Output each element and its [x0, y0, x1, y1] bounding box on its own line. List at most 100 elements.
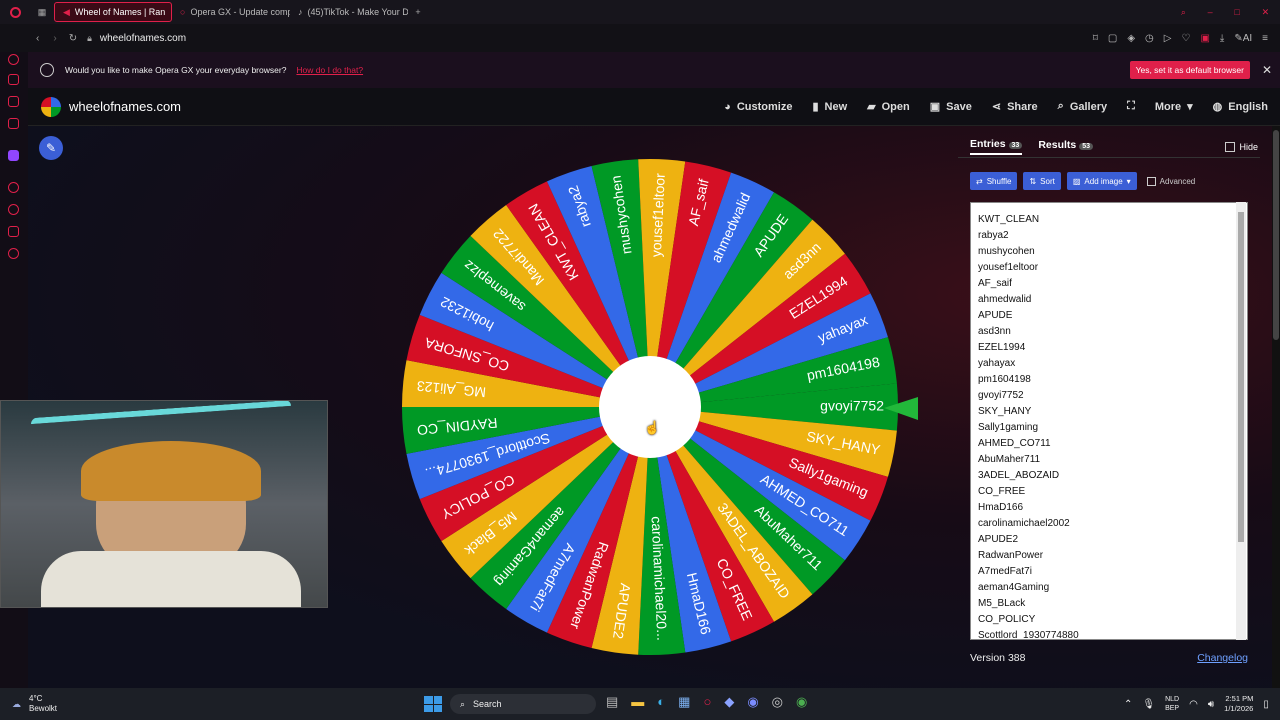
tab-results[interactable]: Results 53 — [1038, 139, 1093, 154]
tab-tiktok[interactable]: ♪ (45)TikTok - Make Your D — [290, 2, 408, 22]
advanced-toggle[interactable]: Advanced — [1146, 176, 1195, 186]
clock[interactable]: 2:51 PM 1/1/2026 — [1224, 694, 1253, 714]
ai-button[interactable]: ✎AI — [1234, 33, 1252, 44]
fullscreen-button[interactable]: ⛶ — [1127, 100, 1135, 113]
extensions-icon[interactable] — [8, 226, 19, 237]
weather-widget[interactable]: 4°C Bewolkt — [29, 694, 57, 714]
entries-scrollbar[interactable] — [1236, 202, 1246, 640]
entry-line: APUDE2 — [978, 534, 1019, 545]
notification-bell-icon[interactable]: ▯ — [1263, 699, 1269, 710]
microphone-icon[interactable]: 🎙︎ — [1142, 699, 1155, 710]
store-icon[interactable] — [8, 74, 19, 85]
customize-button[interactable]: ◕ Customize — [724, 100, 792, 113]
opera-logo-icon[interactable] — [0, 6, 30, 18]
start-button[interactable] — [424, 696, 442, 712]
menu-icon[interactable]: ≡ — [1262, 33, 1268, 44]
edit-pencil-button[interactable]: ✎ — [39, 136, 63, 160]
twitch-icon[interactable] — [8, 150, 19, 161]
play-icon[interactable]: ▷ — [1164, 33, 1172, 44]
task-view-icon[interactable]: ▤ — [606, 694, 618, 710]
tab-wheel-of-names[interactable]: ◀ Wheel of Names | Ran — [54, 2, 172, 22]
info-icon — [40, 63, 54, 77]
wheel[interactable]: gvoyi7752SKY_HANYSally1gamingAHMED_CO711… — [400, 157, 920, 655]
history-icon[interactable] — [8, 204, 19, 215]
site-logo[interactable]: wheelofnames.com — [69, 99, 181, 114]
settings-icon[interactable] — [8, 248, 19, 259]
set-default-button[interactable]: Yes, set it as default browser — [1129, 61, 1250, 79]
snapshot-icon[interactable]: ▢ — [1108, 33, 1117, 44]
chevron-up-icon[interactable]: ⌃ — [1124, 699, 1132, 710]
webcam-overlay — [0, 400, 328, 608]
wheel-center[interactable] — [599, 356, 701, 458]
entries-textarea[interactable]: KWT_CLEAN rabya2 mushycohen yousef1eltoor AF… — [970, 202, 1248, 640]
entry-line: yahayax — [978, 358, 1016, 369]
opera-gx-icon[interactable]: ○ — [703, 694, 711, 710]
taskbar: ☁ 4°C Bewolkt ⌕ Search ▤ ▬ ◐ ▦ ○ ◆ ◉ ◎ ◉ ⌃… — [0, 688, 1280, 720]
more-button[interactable]: More ▾ — [1155, 100, 1193, 114]
page-scrollbar[interactable] — [1272, 126, 1280, 688]
tab-entries[interactable]: Entries 33 — [970, 138, 1023, 155]
taskbar-search[interactable]: ⌕ Search — [450, 694, 596, 714]
add-image-button[interactable]: ▨ Add image ▾ — [1066, 172, 1137, 190]
steam-icon[interactable]: ◎ — [772, 694, 783, 710]
wheel-logo-icon[interactable] — [41, 96, 61, 117]
wifi-icon[interactable]: ◠ — [1189, 699, 1198, 710]
hide-checkbox[interactable] — [1225, 141, 1236, 152]
minimize-icon[interactable]: – — [1208, 7, 1213, 18]
player-icon[interactable] — [8, 96, 19, 107]
app-icon[interactable]: ◆ — [724, 694, 734, 710]
browser-toolbar: ⌑ ▢ ◈ ◷ ▷ ♡ ▣ ⤓ ✎AI ≡ — [1093, 33, 1268, 44]
chrome-icon[interactable]: ◉ — [796, 694, 807, 710]
changelog-link[interactable]: Changelog — [1197, 652, 1248, 664]
close-notification-icon[interactable]: ✕ — [1262, 63, 1272, 77]
back-icon[interactable]: ‹ — [36, 33, 39, 44]
shuffle-button[interactable]: ⇄ Shuffle — [970, 172, 1018, 190]
new-tab-button[interactable]: + — [408, 7, 428, 17]
advanced-checkbox[interactable] — [1146, 176, 1156, 186]
shield-icon[interactable]: ◈ — [1127, 33, 1135, 44]
discord-icon[interactable] — [8, 182, 19, 193]
globe-icon: ◍ — [1212, 101, 1223, 113]
tab-grid-icon[interactable]: ▦ — [30, 7, 54, 18]
new-button[interactable]: ▮ New — [812, 100, 847, 114]
timer-icon[interactable]: ◷ — [1145, 33, 1154, 44]
entries-panel: Entries 33 Results 53 Hide ⇄ Shuffle ⇅ Sor… — [958, 136, 1260, 676]
entry-line: rabya2 — [978, 230, 1009, 241]
discord-icon[interactable]: ◉ — [747, 694, 758, 710]
open-button[interactable]: ▰ Open — [867, 100, 910, 114]
reload-icon[interactable]: ↻ — [69, 33, 77, 44]
lock-icon: 🔒︎ — [87, 32, 92, 43]
close-icon[interactable]: ✕ — [1262, 7, 1270, 18]
gallery-button[interactable]: ⌕ Gallery — [1058, 100, 1107, 113]
download-icon[interactable]: ⤓ — [1220, 33, 1224, 44]
entry-line: RadwanPower — [978, 550, 1044, 561]
edge-icon[interactable]: ◐ — [657, 694, 665, 710]
hide-toggle[interactable]: Hide — [1225, 141, 1258, 152]
maximize-icon[interactable]: □ — [1234, 7, 1239, 18]
entry-line: AbuMaher711 — [978, 454, 1041, 465]
default-browser-notification: Would you like to make Opera GX your eve… — [28, 52, 1280, 88]
url-field[interactable]: wheelofnames.com — [100, 33, 186, 44]
entry-line: EZEL1994 — [978, 342, 1026, 353]
tab-opera-gx[interactable]: ○ Opera GX - Update comp — [172, 2, 290, 22]
store-icon[interactable]: ▦ — [678, 694, 690, 710]
sort-button[interactable]: ⇅ Sort — [1023, 172, 1061, 190]
messenger-icon[interactable] — [8, 118, 19, 129]
heart-icon[interactable]: ♡ — [1181, 33, 1190, 44]
volume-icon[interactable]: 🔊︎ — [1208, 699, 1214, 710]
how-to-link[interactable]: How do I do that? — [296, 65, 363, 75]
chevron-down-icon: ▾ — [1126, 176, 1131, 186]
language-button[interactable]: ◍ English — [1212, 100, 1268, 114]
file-explorer-icon[interactable]: ▬ — [631, 694, 644, 710]
share-button[interactable]: ⋖ Share — [991, 100, 1038, 114]
bookmark-icon[interactable]: ⌑ — [1093, 33, 1098, 44]
save-button[interactable]: ▣ Save — [930, 100, 972, 114]
language-indicator[interactable]: NLD BEP — [1165, 695, 1179, 713]
window-controls: ⌕ – □ ✕ — [1170, 7, 1280, 18]
share-icon: ⋖ — [991, 101, 1002, 113]
wallet-icon[interactable]: ▣ — [1200, 33, 1209, 44]
gx-corner-icon[interactable] — [8, 54, 19, 65]
search-icon[interactable]: ⌕ — [1181, 7, 1186, 18]
entry-line: CO_FREE — [978, 486, 1026, 497]
forward-icon[interactable]: › — [53, 33, 56, 44]
